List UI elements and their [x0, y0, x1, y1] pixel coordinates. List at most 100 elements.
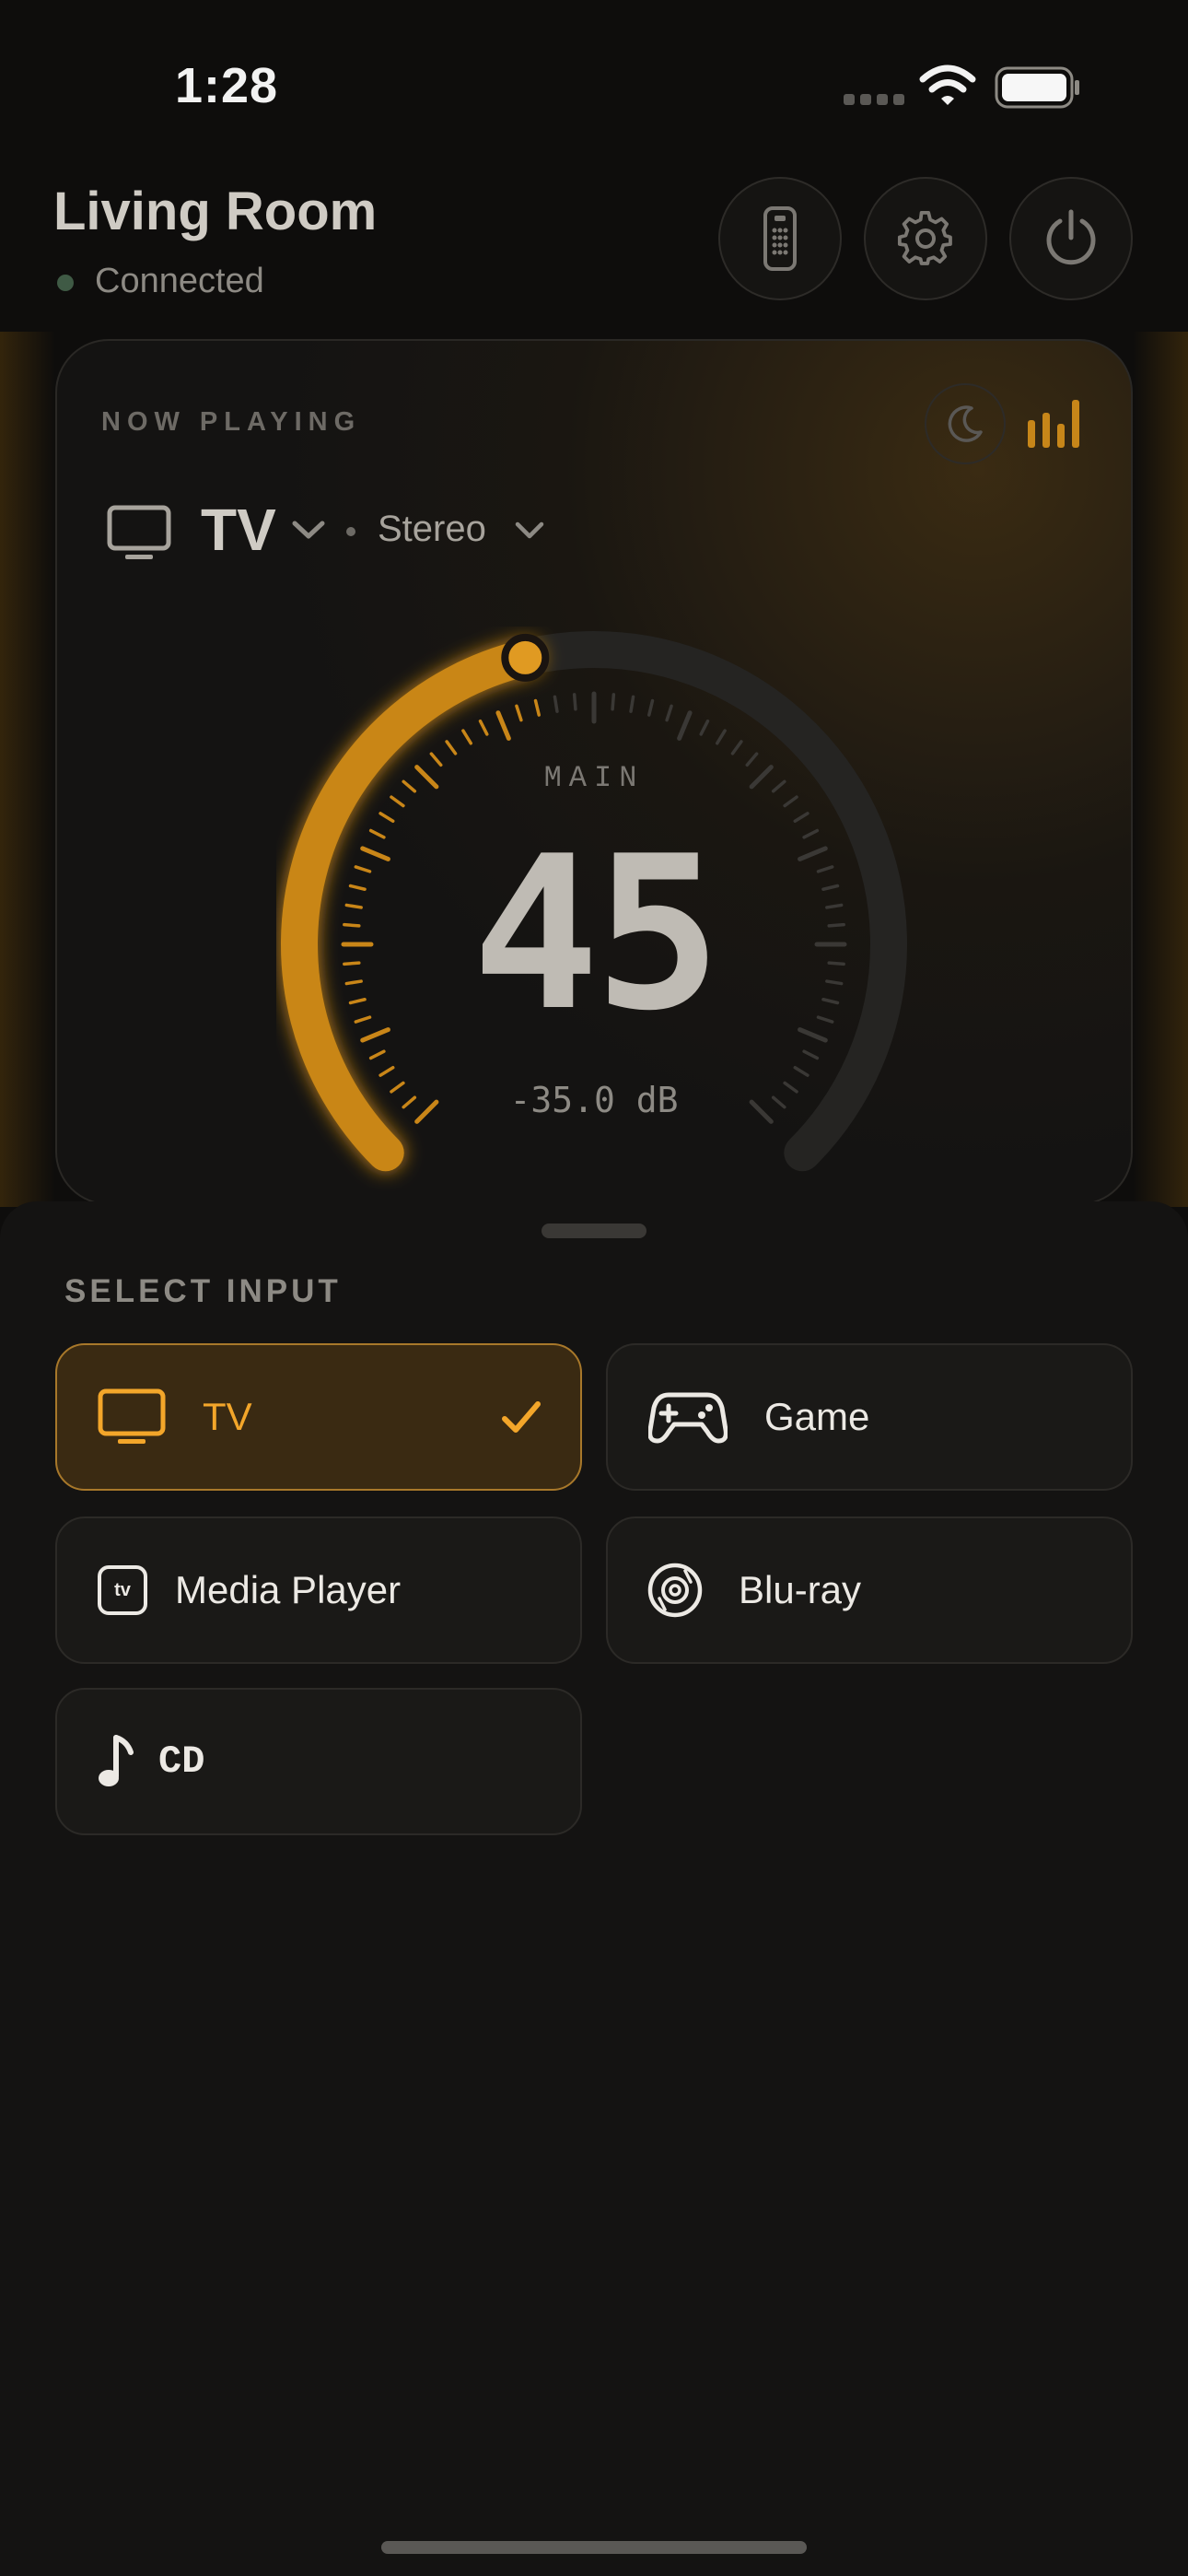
- volume-tick: [611, 693, 616, 711]
- connection-status-dot: [57, 275, 74, 291]
- volume-tick: [478, 719, 489, 736]
- source-chevron-down-icon[interactable]: [291, 518, 326, 546]
- select-input-label: SELECT INPUT: [64, 1273, 342, 1309]
- checkmark-icon: [502, 1401, 541, 1433]
- volume-tick: [677, 710, 693, 741]
- input-tile-tv[interactable]: TV: [55, 1343, 582, 1491]
- volume-tick: [343, 961, 361, 966]
- volume-tick: [745, 752, 759, 767]
- volume-tick: [495, 710, 511, 741]
- volume-tick: [798, 846, 828, 861]
- volume-tick: [816, 1015, 834, 1024]
- volume-tick: [402, 1095, 417, 1109]
- remote-button[interactable]: [718, 177, 842, 300]
- volume-knob[interactable]: [501, 633, 550, 682]
- settings-button[interactable]: [864, 177, 987, 300]
- cellular-signal-icon: [844, 92, 904, 110]
- volume-tick: [730, 740, 743, 755]
- ambient-glow-right: [1133, 332, 1188, 1207]
- volume-tick: [802, 828, 820, 839]
- input-tile-media-player[interactable]: tv Media Player: [55, 1516, 582, 1664]
- volume-tick: [390, 795, 405, 808]
- volume-tick: [793, 1066, 809, 1077]
- volume-tick: [699, 719, 710, 736]
- sound-mode[interactable]: Stereo: [378, 509, 486, 550]
- volume-value: 45: [472, 812, 722, 1058]
- signal-bars-icon: [1026, 396, 1085, 454]
- volume-tick: [825, 979, 844, 986]
- connection-status: Connected: [95, 262, 264, 300]
- volume-tick: [816, 865, 834, 873]
- volume-tick: [821, 998, 840, 1005]
- apple-tv-icon: tv: [98, 1565, 147, 1615]
- volume-tick: [368, 828, 386, 839]
- volume-tick: [827, 961, 845, 966]
- volume-tick: [461, 729, 472, 745]
- now-playing-label: NOW PLAYING: [101, 407, 362, 437]
- volume-tick: [771, 779, 786, 793]
- power-icon: [1046, 209, 1096, 265]
- volume-tick: [379, 1066, 395, 1077]
- volume-tick: [348, 998, 367, 1005]
- volume-tick: [360, 846, 390, 861]
- volume-tick: [344, 903, 363, 909]
- volume-tick: [402, 779, 417, 793]
- volume-tick: [343, 922, 361, 928]
- power-button[interactable]: [1009, 177, 1133, 300]
- dial-label: MAIN: [543, 761, 645, 795]
- ambient-glow-left: [0, 332, 55, 1207]
- volume-tick: [821, 884, 840, 891]
- remote-icon: [763, 206, 797, 271]
- volume-tick: [825, 903, 844, 909]
- disc-icon: [647, 1563, 703, 1618]
- volume-tick: [515, 704, 523, 722]
- status-time: 1:28: [175, 58, 279, 113]
- apple-tv-badge-text: tv: [114, 1579, 131, 1600]
- volume-tick: [414, 765, 439, 790]
- source-tv-icon: [107, 505, 171, 565]
- volume-tick: [354, 865, 372, 873]
- input-tile-game[interactable]: Game: [606, 1343, 1133, 1491]
- volume-tick: [348, 884, 367, 891]
- room-title: Living Room: [53, 181, 378, 241]
- volume-tick: [533, 698, 541, 717]
- volume-tick: [771, 1095, 786, 1109]
- input-label-bluray: Blu-ray: [739, 1568, 862, 1611]
- current-source[interactable]: TV: [201, 496, 276, 564]
- volume-tick: [360, 1027, 390, 1043]
- volume-tick: [344, 979, 363, 986]
- night-mode-button[interactable]: [925, 383, 1006, 464]
- volume-tick: [390, 1081, 405, 1094]
- volume-tick: [379, 812, 395, 823]
- input-label-tv: TV: [203, 1395, 252, 1438]
- volume-tick: [783, 1081, 798, 1094]
- separator-dot: [346, 527, 355, 536]
- input-label-media-player: Media Player: [175, 1568, 402, 1611]
- input-label-cd: CD: [158, 1739, 205, 1784]
- input-tile-cd[interactable]: CD: [55, 1688, 582, 1835]
- music-note-icon: [99, 1735, 134, 1786]
- gear-icon: [897, 210, 952, 265]
- volume-tick: [445, 740, 458, 755]
- tv-icon: [98, 1388, 166, 1444]
- volume-tick: [716, 729, 727, 745]
- volume-tick: [629, 695, 635, 713]
- volume-tick: [665, 704, 673, 722]
- volume-tick: [783, 795, 798, 808]
- volume-tick: [749, 765, 774, 790]
- mode-chevron-down-icon[interactable]: [514, 520, 545, 546]
- volume-tick: [827, 922, 845, 928]
- volume-tick: [553, 695, 559, 713]
- input-tile-bluray[interactable]: Blu-ray: [606, 1516, 1133, 1664]
- moon-icon: [948, 405, 983, 442]
- home-indicator[interactable]: [381, 2541, 807, 2554]
- volume-tick: [429, 752, 443, 767]
- input-label-game: Game: [764, 1395, 870, 1438]
- volume-db: -35.0 dB: [509, 1080, 679, 1120]
- battery-icon: [995, 66, 1081, 113]
- volume-tick: [647, 698, 655, 717]
- volume-tick: [572, 693, 577, 711]
- volume-tick: [793, 812, 809, 823]
- volume-tick: [354, 1015, 372, 1024]
- sheet-handle[interactable]: [542, 1224, 646, 1238]
